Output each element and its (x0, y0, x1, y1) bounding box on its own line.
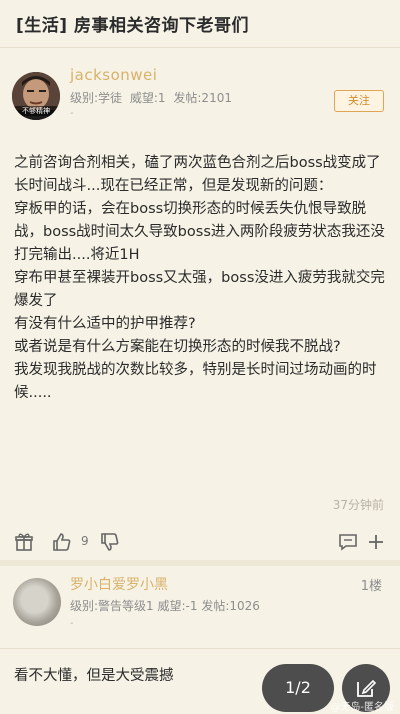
follow-button[interactable]: 关注 (334, 90, 384, 112)
author-avatar[interactable]: 不够精神 (12, 72, 60, 120)
post-timestamp: 37分钟前 (332, 498, 384, 512)
thumbs-up-icon[interactable] (52, 532, 72, 552)
reply-post-count: 发帖:1026 (201, 599, 260, 613)
reply-floor-number: 1楼 (360, 579, 382, 594)
author-level: 级别:学徒 (70, 91, 123, 105)
post-author-header: 不够精神 jacksonwei 级别:学徒 威望:1 发帖:2101 - 关注 (0, 58, 400, 130)
edit-icon (357, 679, 377, 697)
author-signature: - (70, 108, 74, 119)
post-paragraph: 之前咨询合剂相关，磕了两次蓝色合剂之后boss战变成了长时间战斗...现在已经正… (14, 155, 381, 194)
post-content: 之前咨询合剂相关，磕了两次蓝色合剂之后boss战变成了长时间战斗...现在已经正… (14, 152, 386, 405)
thread-title-bar: [生活] 房事相关咨询下老哥们 (0, 0, 400, 48)
reply-signature: - (70, 618, 74, 629)
reply-prestige: 威望:-1 (157, 599, 198, 613)
author-meta: 级别:学徒 威望:1 发帖:2101 (70, 89, 236, 106)
reply-content: 看不大懂，但是大受震撼 (14, 668, 174, 684)
post-paragraph: 穿布甲甚至裸装开boss又太强，boss没进入疲劳我就交完爆发了 (14, 270, 385, 309)
gift-icon[interactable] (14, 532, 34, 552)
reply-item: 罗小白爱罗小黑 1楼 级别:警告等级1 威望:-1 发帖:1026 - (0, 566, 400, 648)
page-indicator-button[interactable]: 1/2 (262, 664, 334, 712)
post-paragraph: 或者说是有什么方案能在切换形态的时候我不脱战? (14, 339, 341, 355)
post-paragraph: 我发现我脱战的次数比较多，特别是长时间过场动画的时候..... (14, 362, 377, 401)
comment-icon[interactable] (338, 532, 358, 552)
post-paragraph: 有没有什么适中的护甲推荐? (14, 316, 196, 332)
thumbs-down-icon[interactable] (100, 532, 120, 552)
reply-level: 级别:警告等级1 (70, 599, 154, 613)
plus-icon[interactable] (366, 532, 386, 552)
post-paragraph: 穿板甲的话，会在boss切换形态的时候丢失仇恨导致脱战，boss战时间太久导致b… (14, 201, 385, 263)
author-post-count: 发帖:2101 (173, 91, 232, 105)
watermark: @无岛-匿名版 (330, 702, 394, 713)
reply-divider (0, 648, 400, 649)
avatar-caption: 不够精神 (12, 106, 60, 116)
like-count: 9 (81, 534, 89, 548)
reply-avatar[interactable] (13, 578, 61, 626)
author-username[interactable]: jacksonwei (70, 66, 157, 84)
thread-title: [生活] 房事相关咨询下老哥们 (16, 16, 249, 36)
reply-username[interactable]: 罗小白爱罗小黑 (70, 574, 168, 594)
author-prestige: 威望:1 (129, 91, 166, 105)
reply-meta: 级别:警告等级1 威望:-1 发帖:1026 (70, 597, 260, 614)
post-action-bar: 9 (0, 528, 400, 556)
